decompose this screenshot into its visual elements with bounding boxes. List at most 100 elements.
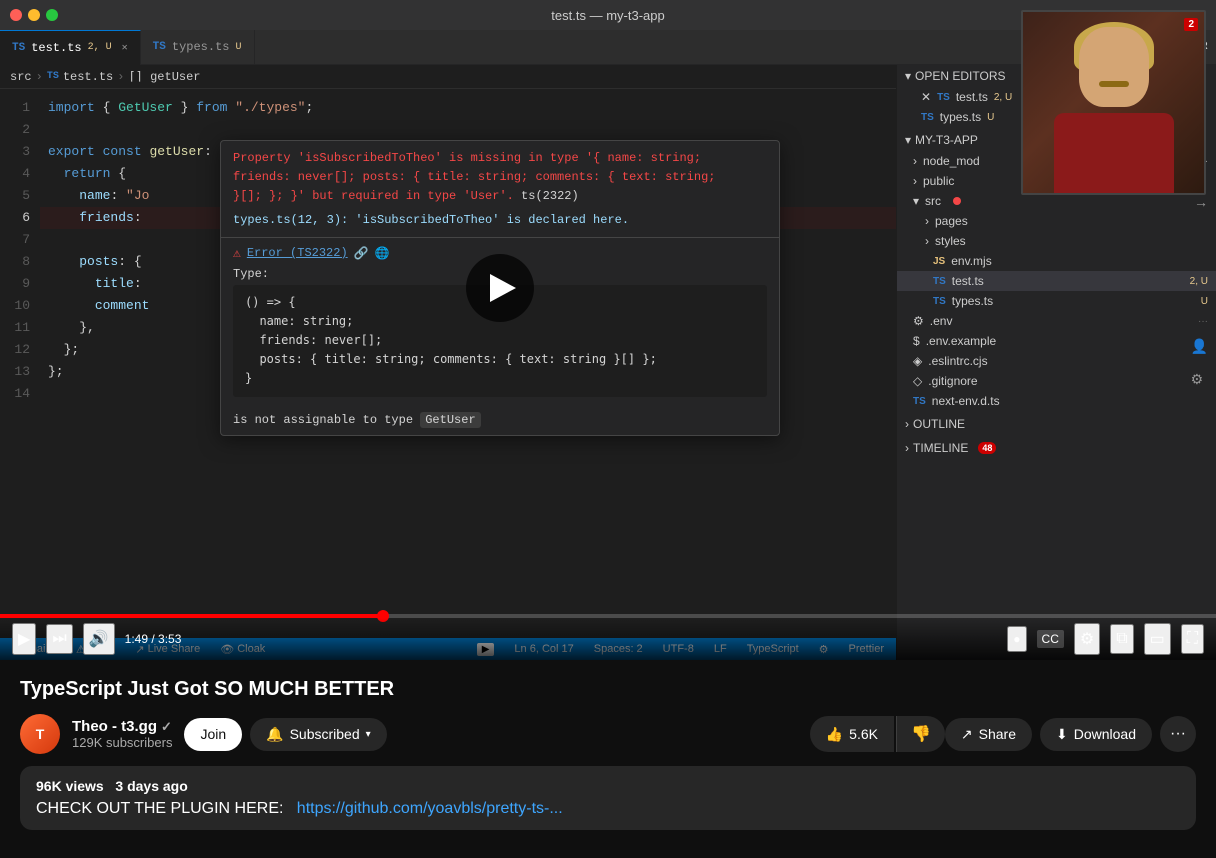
outline-label: OUTLINE — [913, 417, 965, 431]
share-icon: ↗ — [961, 726, 973, 743]
sidebar-item-next-env[interactable]: TS next-env.d.ts — [897, 391, 1216, 411]
desc-meta: 96K views 3 days ago — [36, 778, 1180, 794]
channel-avatar[interactable]: T — [20, 714, 60, 754]
plugin-link[interactable]: https://github.com/yoavbls/pretty-ts-... — [297, 800, 563, 817]
tab-name-2: types.ts — [172, 40, 230, 54]
sidebar-item-env-mjs[interactable]: JS env.mjs — [897, 251, 1216, 271]
breadcrumb-src: src — [10, 70, 32, 84]
play-pause-button[interactable]: ▶ — [12, 623, 36, 655]
sidebar-item-gitignore[interactable]: ◇ .gitignore — [897, 371, 1216, 391]
tab-test-ts[interactable]: TS test.ts 2, U ✕ — [0, 30, 141, 65]
hover-tooltip: Property 'isSubscribedToTheo' is missing… — [220, 140, 780, 436]
types-ts-badge: U — [1201, 296, 1208, 307]
play-icon — [490, 274, 516, 302]
src-error-dot — [953, 197, 961, 205]
face-cam-person — [1023, 12, 1204, 193]
below-video: TypeScript Just Got SO MUCH BETTER T The… — [0, 660, 1216, 846]
file-lang-icon-2: TS — [921, 112, 934, 123]
open-editor-name-1: test.ts — [956, 90, 988, 104]
git-icon: ◇ — [913, 374, 922, 388]
ts-icon-3: TS — [913, 396, 926, 407]
eslintrc-label: .eslintrc.cjs — [928, 354, 987, 368]
js-icon: JS — [933, 256, 945, 267]
thumbs-up-icon: 👍 — [826, 726, 843, 743]
time-display: 1:49 / 3:53 — [125, 632, 182, 646]
captions-button[interactable]: CC — [1037, 630, 1064, 648]
outline-header[interactable]: › OUTLINE — [897, 413, 1216, 435]
traffic-light-red[interactable] — [10, 9, 22, 21]
join-button[interactable]: Join — [184, 718, 242, 751]
sidebar-item-env[interactable]: ⚙ .env ··· — [897, 311, 1216, 331]
breadcrumb: src › TS test.ts › ⌈⌉ getUser — [0, 65, 896, 89]
dislike-button[interactable]: 👎 — [896, 716, 945, 752]
src-label: src — [925, 194, 941, 208]
tab-lang-2: TS — [153, 41, 166, 53]
sidebar-item-pages[interactable]: › pages — [897, 211, 1216, 231]
timeline-label: TIMELINE — [913, 441, 968, 455]
subscribed-label: Subscribed — [290, 726, 360, 742]
toggle-button[interactable]: ● — [1007, 626, 1026, 652]
share-button[interactable]: ↗ Share — [945, 718, 1032, 751]
like-group: 👍 5.6K 👎 — [810, 716, 945, 752]
tab-close-1[interactable]: ✕ — [122, 42, 128, 54]
sidebar-item-styles[interactable]: › styles — [897, 231, 1216, 251]
chevron-right-icon-2: › — [913, 174, 917, 188]
sidebar-item-test-ts[interactable]: TS test.ts 2, U — [897, 271, 1216, 291]
traffic-light-yellow[interactable] — [28, 9, 40, 21]
like-button[interactable]: 👍 5.6K — [810, 716, 894, 752]
bell-icon: 🔔 — [266, 726, 283, 743]
gitignore-label: .gitignore — [928, 374, 977, 388]
avatar-text: T — [36, 726, 45, 742]
more-options-button[interactable]: ··· — [1160, 716, 1196, 752]
sidebar-item-eslintrc[interactable]: ◈ .eslintrc.cjs — [897, 351, 1216, 371]
open-editor-badge-1: 2, U — [994, 92, 1012, 103]
open-editors-label: OPEN EDITORS — [915, 69, 1005, 83]
sidebar-item-env-example[interactable]: $ .env.example — [897, 331, 1216, 351]
chevron-down-icon: ▾ — [366, 729, 371, 740]
sidebar-item-types-ts[interactable]: TS types.ts U — [897, 291, 1216, 311]
fullscreen-button[interactable]: ⛶ — [1181, 624, 1204, 654]
tab-types-ts[interactable]: TS types.ts U — [141, 30, 255, 65]
face-cam: 2 — [1021, 10, 1206, 195]
settings-icon-2[interactable]: ⚙ — [1191, 371, 1208, 388]
volume-button[interactable]: 🔊 — [83, 623, 115, 655]
tab-badge-2: U — [235, 42, 241, 53]
tab-badge-1: 2, U — [88, 42, 112, 53]
video-age: 3 days ago — [115, 778, 187, 794]
error-link[interactable]: Error (TS2322) — [247, 246, 348, 260]
public-label: public — [923, 174, 954, 188]
thumbs-down-icon: 👎 — [911, 726, 931, 743]
arrow-right-icon[interactable]: → — [1194, 194, 1208, 210]
sidebar-icons-2: 👤 ⚙ — [1183, 330, 1216, 396]
channel-name: Theo - t3.gg ✓ — [72, 718, 172, 735]
theater-button[interactable]: ▭ — [1144, 623, 1171, 655]
settings-button[interactable]: ⚙ — [1074, 623, 1100, 655]
video-title: TypeScript Just Got SO MUCH BETTER — [20, 676, 1196, 702]
channel-name-text: Theo - t3.gg — [72, 718, 157, 735]
tooltip-footer: is not assignable to type GetUser — [221, 405, 779, 435]
description-section: 96K views 3 days ago CHECK OUT THE PLUGI… — [20, 766, 1196, 830]
person-head — [1079, 27, 1149, 107]
breadcrumb-symbol: ⌈⌉ getUser — [128, 69, 200, 84]
next-button[interactable]: ⏭ — [46, 624, 72, 654]
sidebar-section-outline: › OUTLINE — [897, 413, 1216, 435]
timeline-header[interactable]: › TIMELINE 48 — [897, 437, 1216, 459]
ts-icon: TS — [933, 276, 946, 287]
chevron-down-icon: ▾ — [905, 69, 911, 83]
timeline-badge: 48 — [978, 442, 996, 454]
subscriber-count: 129K subscribers — [72, 735, 172, 750]
tooltip-type-inline: GetUser — [420, 412, 480, 428]
channel-info: Theo - t3.gg ✓ 129K subscribers — [72, 718, 172, 750]
person-icon[interactable]: 👤 — [1191, 338, 1208, 355]
traffic-light-green[interactable] — [46, 9, 58, 21]
download-button[interactable]: ⬇ Download — [1040, 718, 1152, 751]
miniplayer-button[interactable]: ⧉ — [1110, 624, 1133, 654]
video-controls: ▶ ⏭ 🔊 1:49 / 3:53 ● CC ⚙ ⧉ ▭ ⛶ — [0, 618, 1216, 660]
ellipsis-icon: ··· — [1170, 725, 1186, 743]
subscribed-button[interactable]: 🔔 Subscribed ▾ — [250, 718, 387, 751]
verified-icon: ✓ — [161, 719, 172, 735]
chevron-right-icon-4: › — [925, 234, 929, 248]
chevron-right-icon: › — [913, 154, 917, 168]
eslint-icon: ◈ — [913, 354, 922, 368]
play-button[interactable] — [466, 254, 534, 322]
